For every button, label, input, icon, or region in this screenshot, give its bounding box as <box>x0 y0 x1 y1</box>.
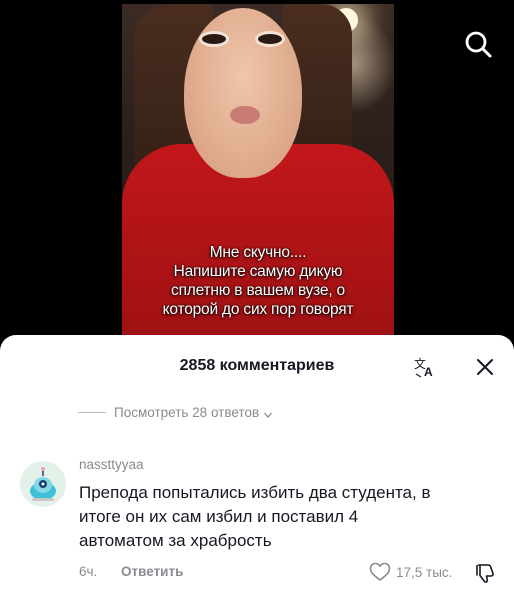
video-player[interactable]: Мне скучно.... Напишите самую дикую спле… <box>0 0 514 345</box>
heart-icon[interactable] <box>369 562 391 582</box>
comment-line: Препода попытались избить два студента, … <box>79 483 431 502</box>
translate-icon[interactable]: 文 A <box>413 355 437 379</box>
comments-sheet: 2858 комментариев 文 A Посмотреть 28 отве… <box>0 335 514 600</box>
comment-line: автоматом за храбрость <box>79 531 272 550</box>
svg-text:A: A <box>424 365 433 379</box>
close-icon[interactable] <box>474 356 496 378</box>
comment-username[interactable]: nassttyyaa <box>79 457 144 472</box>
replies-divider <box>78 411 106 413</box>
dislike-icon[interactable] <box>474 562 496 584</box>
left-eye <box>202 34 226 44</box>
like-count: 17,5 тыс. <box>396 565 453 580</box>
video-caption: Мне скучно.... Напишите самую дикую спле… <box>122 243 394 319</box>
right-eye <box>258 34 282 44</box>
view-replies-button[interactable]: Посмотреть 28 ответов <box>78 403 273 421</box>
comment-text: Препода попытались избить два студента, … <box>79 481 499 553</box>
face <box>184 8 302 178</box>
comment-line: итоге он их сам избил и поставил 4 <box>79 507 359 526</box>
lips <box>230 106 260 124</box>
caption-line: Мне скучно.... <box>209 244 307 261</box>
search-icon[interactable] <box>462 28 494 60</box>
caption-line: Напишите самую дикую <box>173 263 343 280</box>
avatar[interactable] <box>20 461 66 507</box>
reply-button[interactable]: Ответить <box>121 564 183 579</box>
caption-line: которой до сих пор говорят <box>162 301 354 318</box>
caption-line: сплетню в вашем вузе, о <box>171 282 345 299</box>
comment-time: 6ч. <box>79 564 98 579</box>
view-replies-label: Посмотреть 28 ответов <box>114 404 260 420</box>
chevron-down-icon <box>263 407 273 418</box>
